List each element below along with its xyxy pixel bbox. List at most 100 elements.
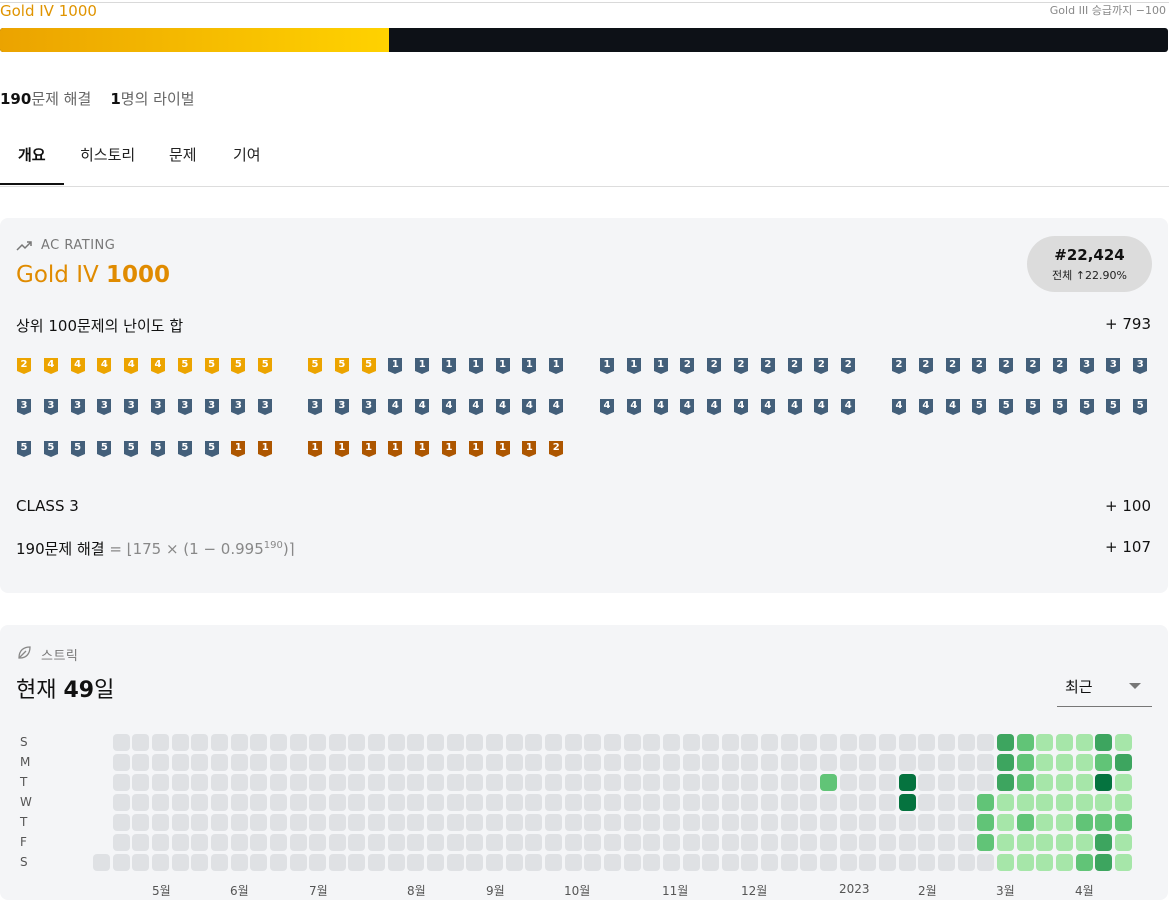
streak-day-cell[interactable] [446,834,464,851]
streak-day-cell[interactable] [328,834,346,851]
streak-day-cell[interactable] [1075,774,1093,791]
streak-day-cell[interactable] [584,774,602,791]
streak-day-cell[interactable] [918,774,936,791]
streak-day-cell[interactable] [721,774,739,791]
streak-day-cell[interactable] [898,834,916,851]
streak-day-cell[interactable] [879,774,896,791]
streak-day-cell[interactable] [1016,754,1034,771]
streak-day-cell[interactable] [446,814,464,831]
streak-day-cell[interactable] [879,734,896,751]
streak-day-cell[interactable] [309,834,327,851]
streak-day-cell[interactable] [800,794,818,811]
streak-day-cell[interactable] [859,854,877,871]
streak-day-cell[interactable] [250,774,268,791]
streak-day-cell[interactable] [1114,774,1132,791]
streak-day-cell[interactable] [643,814,661,831]
streak-day-cell[interactable] [446,774,464,791]
streak-day-cell[interactable] [702,814,720,831]
streak-day-cell[interactable] [957,734,975,751]
streak-day-cell[interactable] [820,834,838,851]
streak-day-cell[interactable] [387,834,405,851]
streak-day-cell[interactable] [1075,734,1093,751]
streak-day-cell[interactable] [623,854,641,871]
streak-day-cell[interactable] [348,774,366,791]
streak-day-cell[interactable] [250,754,268,771]
streak-day-cell[interactable] [1055,794,1073,811]
streak-day-cell[interactable] [269,754,287,771]
streak-day-cell[interactable] [957,834,975,851]
streak-day-cell[interactable] [387,854,405,871]
streak-day-cell[interactable] [348,834,366,851]
streak-day-cell[interactable] [151,794,169,811]
streak-period-select[interactable]: 최근 [1057,668,1152,707]
streak-day-cell[interactable] [741,794,759,811]
streak-day-cell[interactable] [269,854,287,871]
streak-day-cell[interactable] [269,774,287,791]
streak-day-cell[interactable] [1114,754,1132,771]
streak-day-cell[interactable] [407,794,425,811]
streak-day-cell[interactable] [584,814,602,831]
streak-day-cell[interactable] [427,774,445,791]
streak-day-cell[interactable] [662,794,680,811]
streak-day-cell[interactable] [918,794,936,811]
streak-day-cell[interactable] [466,794,484,811]
streak-day-cell[interactable] [112,774,130,791]
streak-day-cell[interactable] [937,754,955,771]
streak-day-cell[interactable] [780,854,798,871]
streak-day-cell[interactable] [721,794,739,811]
streak-day-cell[interactable] [309,794,327,811]
streak-day-cell[interactable] [486,774,503,791]
streak-day-cell[interactable] [957,814,975,831]
streak-day-cell[interactable] [544,794,562,811]
streak-day-cell[interactable] [1075,794,1093,811]
streak-day-cell[interactable] [525,794,543,811]
streak-day-cell[interactable] [191,754,209,771]
streak-day-cell[interactable] [230,794,248,811]
streak-day-cell[interactable] [702,794,720,811]
streak-day-cell[interactable] [839,774,857,791]
streak-day-cell[interactable] [1055,734,1073,751]
streak-day-cell[interactable] [879,854,896,871]
streak-day-cell[interactable] [1114,734,1132,751]
streak-day-cell[interactable] [918,854,936,871]
streak-day-cell[interactable] [761,854,779,871]
streak-day-cell[interactable] [918,814,936,831]
streak-day-cell[interactable] [1036,774,1054,791]
streak-day-cell[interactable] [996,734,1014,751]
streak-day-cell[interactable] [564,814,582,831]
streak-day-cell[interactable] [741,734,759,751]
streak-day-cell[interactable] [996,814,1014,831]
streak-day-cell[interactable] [525,834,543,851]
streak-day-cell[interactable] [151,854,169,871]
streak-day-cell[interactable] [839,854,857,871]
streak-day-cell[interactable] [1016,854,1034,871]
streak-day-cell[interactable] [289,734,307,751]
streak-day-cell[interactable] [761,794,779,811]
streak-day-cell[interactable] [328,854,346,871]
streak-day-cell[interactable] [603,734,621,751]
streak-day-cell[interactable] [132,854,150,871]
streak-day-cell[interactable] [250,834,268,851]
streak-day-cell[interactable] [171,774,189,791]
streak-day-cell[interactable] [1036,794,1054,811]
streak-day-cell[interactable] [800,854,818,871]
streak-day-cell[interactable] [761,734,779,751]
streak-day-cell[interactable] [859,774,877,791]
streak-day-cell[interactable] [918,734,936,751]
streak-day-cell[interactable] [780,774,798,791]
streak-day-cell[interactable] [879,834,896,851]
streak-day-cell[interactable] [544,814,562,831]
streak-day-cell[interactable] [387,814,405,831]
streak-day-cell[interactable] [250,814,268,831]
streak-day-cell[interactable] [702,854,720,871]
streak-day-cell[interactable] [269,814,287,831]
streak-day-cell[interactable] [741,834,759,851]
streak-day-cell[interactable] [603,774,621,791]
streak-day-cell[interactable] [780,734,798,751]
streak-day-cell[interactable] [977,774,995,791]
streak-day-cell[interactable] [643,734,661,751]
streak-day-cell[interactable] [171,754,189,771]
streak-day-cell[interactable] [662,754,680,771]
streak-day-cell[interactable] [1055,814,1073,831]
streak-day-cell[interactable] [151,834,169,851]
